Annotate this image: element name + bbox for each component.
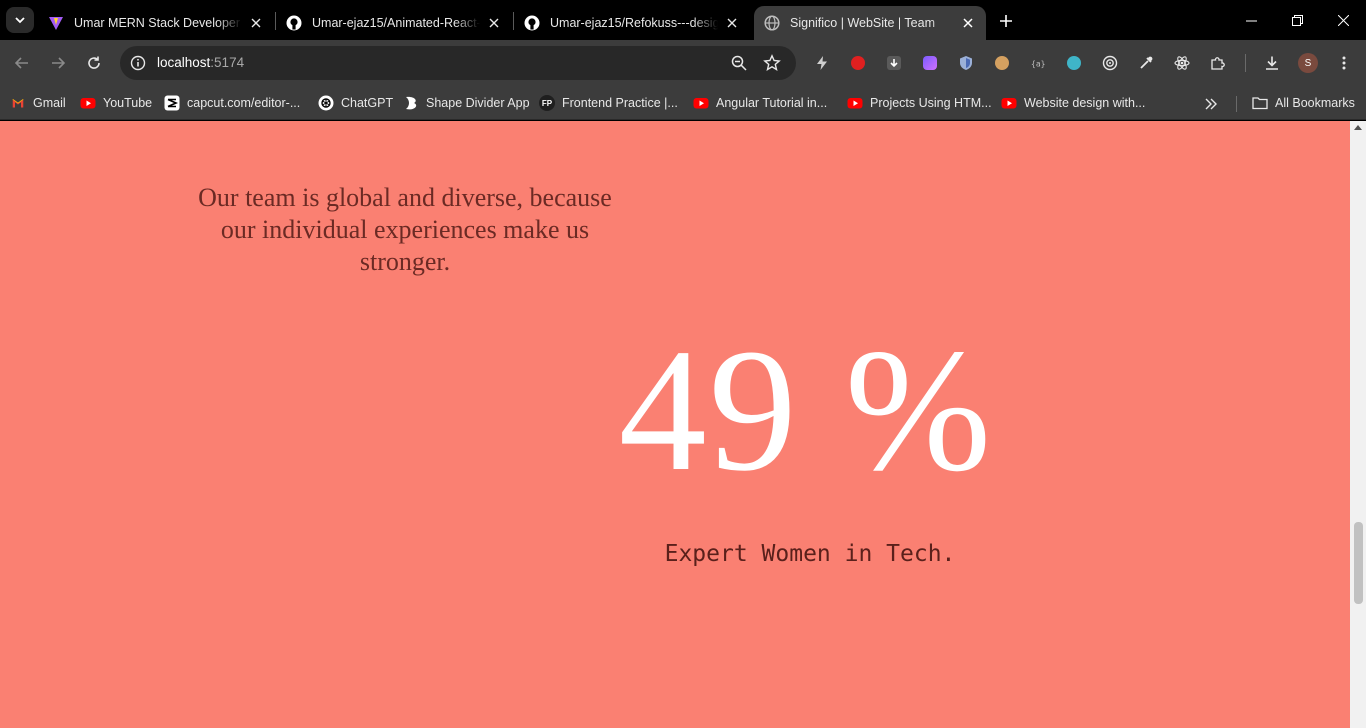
restore-button[interactable]: [1274, 0, 1320, 40]
bookmark-label: capcut.com/editor-...: [187, 96, 301, 110]
chatgpt-icon: [318, 95, 334, 111]
bookmark-website-design[interactable]: Website design with...: [1001, 92, 1145, 114]
scrollbar-thumb[interactable]: [1354, 522, 1363, 604]
bookmark-projects-html[interactable]: Projects Using HTM...: [847, 92, 992, 114]
bookmark-label: Projects Using HTM...: [870, 96, 992, 110]
close-icon[interactable]: [960, 15, 976, 31]
scroll-up-arrow-icon[interactable]: [1354, 125, 1362, 130]
close-icon[interactable]: [248, 15, 264, 31]
stop-hand-extension-icon[interactable]: [848, 53, 868, 73]
bookmark-label: Gmail: [33, 96, 66, 110]
globe-icon: [764, 15, 780, 31]
github-icon: [524, 15, 540, 31]
youtube-icon: [693, 95, 709, 111]
close-icon[interactable]: [724, 15, 740, 31]
downloads-icon[interactable]: [1262, 53, 1282, 73]
tab-1[interactable]: Umar MERN Stack Developer | F: [38, 6, 274, 40]
tab-search-button[interactable]: [6, 7, 34, 33]
youtube-icon: [847, 95, 863, 111]
tab-title: Umar MERN Stack Developer | F: [74, 16, 242, 30]
youtube-icon: [1001, 95, 1017, 111]
bookmark-shape-divider[interactable]: Shape Divider App: [403, 92, 530, 114]
team-quote: Our team is global and diverse, because …: [198, 183, 612, 276]
tab-title: Umar-ejaz15/Animated-React-js: [312, 16, 480, 30]
minimize-button[interactable]: [1228, 0, 1274, 40]
plus-icon: [1000, 15, 1012, 27]
bookmark-youtube[interactable]: YouTube: [80, 92, 152, 114]
tab-3[interactable]: Umar-ejaz15/Refokuss---design: [514, 6, 750, 40]
bookmark-label: YouTube: [103, 96, 153, 110]
arrow-left-icon: [14, 57, 28, 69]
bookmarks-bar: Gmail YouTube capcut.com/editor-... Chat…: [0, 86, 1366, 120]
download-extension-icon[interactable]: [884, 53, 904, 73]
bookmark-all-bookmarks[interactable]: All Bookmarks: [1252, 92, 1355, 114]
close-icon: [1337, 14, 1349, 26]
bookmark-label: Shape Divider App: [426, 96, 530, 110]
bookmarks-divider: [1236, 96, 1237, 112]
shape-divider-icon: [403, 95, 419, 111]
react-devtools-icon[interactable]: [1172, 53, 1192, 73]
github-icon: [286, 15, 302, 31]
back-button[interactable]: [8, 49, 36, 77]
minimize-icon: [1245, 20, 1257, 21]
bookmark-capcut[interactable]: capcut.com/editor-...: [164, 92, 300, 114]
tab-title: Umar-ejaz15/Refokuss---design: [550, 16, 718, 30]
gradient-extension-icon[interactable]: [920, 53, 940, 73]
tab-2[interactable]: Umar-ejaz15/Animated-React-js: [276, 6, 512, 40]
menu-kebab-icon[interactable]: [1334, 53, 1354, 73]
profile-avatar[interactable]: S: [1298, 53, 1318, 73]
forward-button[interactable]: [44, 49, 72, 77]
tab-4-active[interactable]: Significo | WebSite | Team: [754, 6, 986, 40]
page-viewport: Our team is global and diverse, because …: [0, 121, 1366, 728]
bookmark-label: Website design with...: [1024, 96, 1146, 110]
stat-caption: Expert Women in Tech.: [664, 541, 956, 567]
chevron-down-icon: [15, 17, 25, 24]
bookmark-star-icon[interactable]: [763, 54, 781, 72]
new-tab-button[interactable]: [994, 9, 1018, 33]
folder-icon: [1252, 95, 1268, 111]
reload-icon: [88, 56, 100, 69]
browser-toolbar: localhost:5174 {a} S: [0, 40, 1366, 86]
cookie-extension-icon[interactable]: [992, 53, 1012, 73]
zoom-icon[interactable]: [730, 54, 748, 72]
bookmark-gmail[interactable]: Gmail: [10, 92, 66, 114]
tab-title: Significo | WebSite | Team: [790, 16, 935, 30]
shield-extension-icon[interactable]: [956, 53, 976, 73]
restore-icon: [1291, 14, 1303, 26]
eyedropper-extension-icon[interactable]: [1136, 53, 1156, 73]
chevron-double-right-icon[interactable]: [1203, 96, 1219, 112]
arrow-right-icon: [52, 57, 66, 69]
url-port: :5174: [210, 55, 245, 70]
stat-value: 49 %: [618, 313, 994, 508]
toolbar-divider: [1245, 54, 1246, 72]
close-window-button[interactable]: [1320, 0, 1366, 40]
gmail-icon: [10, 95, 26, 111]
youtube-icon: [80, 95, 96, 111]
extensions-puzzle-icon[interactable]: [1208, 53, 1228, 73]
capcut-icon: [164, 95, 180, 111]
bookmark-label: Frontend Practice |...: [562, 96, 678, 110]
url-text[interactable]: localhost:5174: [157, 55, 244, 70]
bookmark-label: Angular Tutorial in...: [716, 96, 828, 110]
address-bar[interactable]: localhost:5174: [120, 46, 796, 80]
json-extension-icon[interactable]: {a}: [1028, 53, 1048, 73]
close-icon[interactable]: [486, 15, 502, 31]
bookmark-angular-tutorial[interactable]: Angular Tutorial in...: [693, 92, 827, 114]
bookmark-frontend-practice[interactable]: FP Frontend Practice |...: [539, 92, 678, 114]
page-scrollbar[interactable]: [1350, 121, 1366, 728]
color-picker-extension-icon[interactable]: [1064, 53, 1084, 73]
tab-strip: Umar MERN Stack Developer | F Umar-ejaz1…: [0, 0, 1366, 40]
url-host: localhost: [157, 55, 211, 70]
target-extension-icon[interactable]: [1100, 53, 1120, 73]
site-info-icon[interactable]: [129, 54, 147, 72]
bookmark-chatgpt[interactable]: ChatGPT: [318, 92, 393, 114]
bookmark-label: ChatGPT: [341, 96, 394, 110]
vite-icon: [48, 15, 64, 31]
lightning-extension-icon[interactable]: [812, 53, 832, 73]
svg-text:{a}: {a}: [1031, 60, 1045, 69]
reload-button[interactable]: [80, 49, 108, 77]
bookmark-label: All Bookmarks: [1275, 96, 1355, 110]
fp-icon: FP: [539, 95, 555, 111]
